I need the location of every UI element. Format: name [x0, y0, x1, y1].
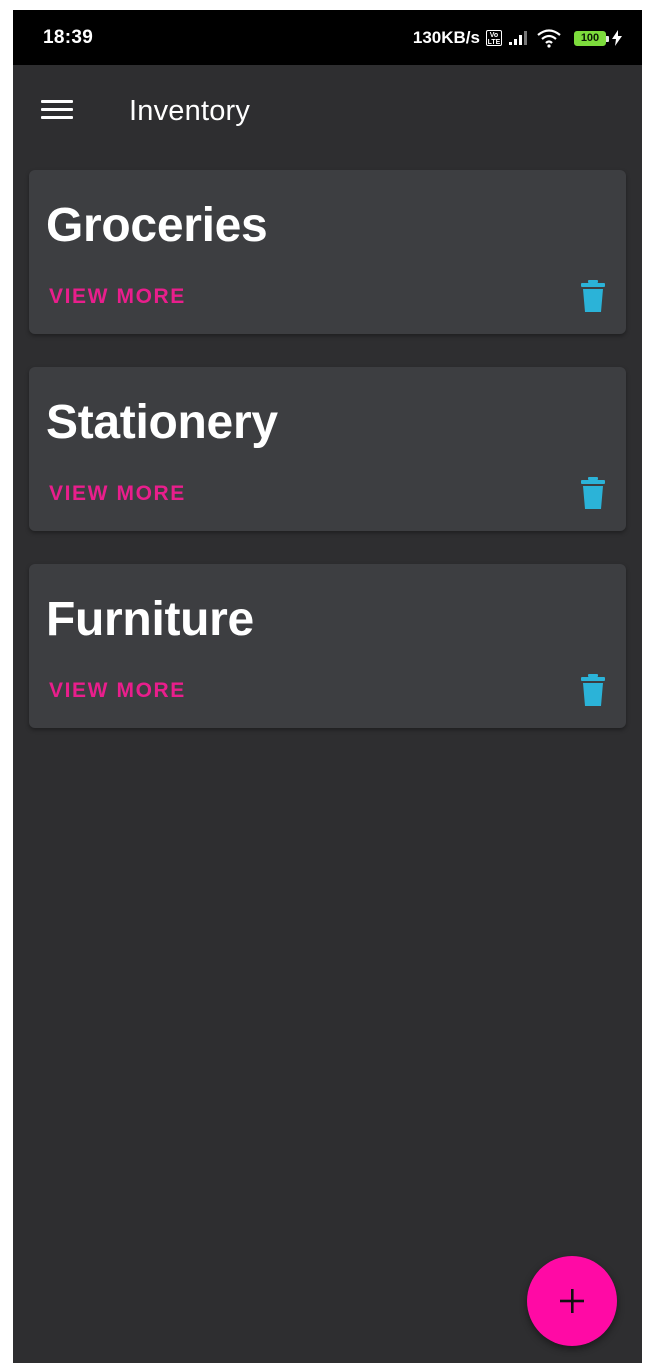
- trash-icon[interactable]: [581, 674, 605, 706]
- hamburger-menu-icon[interactable]: [41, 97, 75, 121]
- category-card-groceries: Groceries VIEW MORE: [29, 170, 626, 334]
- add-category-button[interactable]: [527, 1256, 617, 1346]
- signal-icon: [508, 30, 530, 46]
- wifi-icon: [536, 28, 562, 48]
- battery-icon: 100: [574, 30, 609, 46]
- view-more-button[interactable]: VIEW MORE: [49, 285, 186, 309]
- app-bar: Inventory: [13, 65, 642, 157]
- plus-icon: [560, 1289, 584, 1313]
- menu-bar: [41, 116, 73, 119]
- view-more-button[interactable]: VIEW MORE: [49, 679, 186, 703]
- category-title: Stationery: [46, 396, 278, 449]
- category-title: Furniture: [46, 593, 254, 646]
- status-indicators: 130KB/s Vo LTE 100: [413, 24, 622, 52]
- category-list: Groceries VIEW MORE Stationery VIEW MORE: [29, 170, 626, 761]
- charging-bolt-icon: [612, 30, 622, 46]
- status-bar: 18:39 130KB/s Vo LTE 100: [13, 10, 642, 65]
- trash-icon[interactable]: [581, 477, 605, 509]
- battery-level: 100: [580, 31, 600, 44]
- menu-bar: [41, 100, 73, 103]
- category-card-stationery: Stationery VIEW MORE: [29, 367, 626, 531]
- trash-icon[interactable]: [581, 280, 605, 312]
- menu-bar: [41, 108, 73, 111]
- volte-icon: Vo LTE: [486, 30, 502, 46]
- view-more-button[interactable]: VIEW MORE: [49, 482, 186, 506]
- category-title: Groceries: [46, 199, 268, 252]
- page-title: Inventory: [129, 95, 251, 127]
- status-time: 18:39: [43, 27, 94, 48]
- category-card-furniture: Furniture VIEW MORE: [29, 564, 626, 728]
- device-screen: 18:39 130KB/s Vo LTE 100 Inventory Groce…: [13, 10, 642, 1363]
- network-speed: 130KB/s: [412, 28, 480, 47]
